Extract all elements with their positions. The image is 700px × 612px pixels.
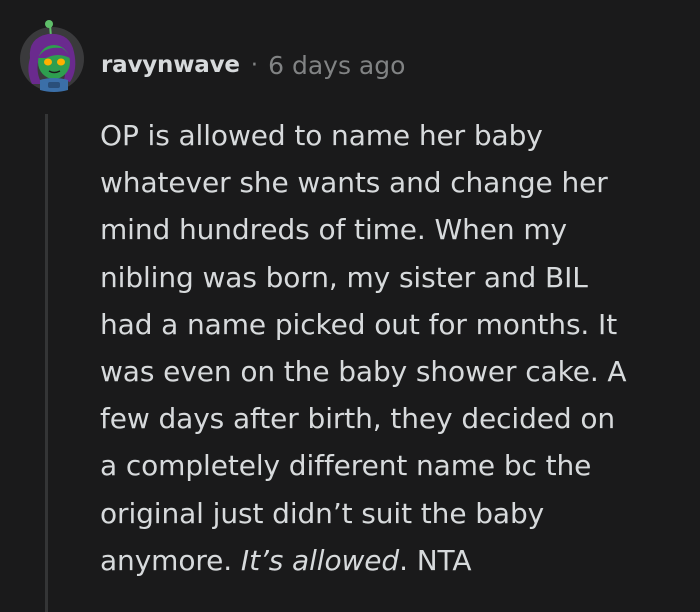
comment-line: OP is allowed to name her baby [100,119,543,152]
comment-body: OP is allowed to name her baby whatever … [100,112,690,584]
comment-line: nibling was born, my sister and BIL [100,260,588,294]
comment: ravynwave · 6 days ago OP is allowed to … [0,0,700,612]
comment-last-line: anymore. It’s allowed. NTA [100,537,690,584]
comment-meta: ravynwave · 6 days ago [101,47,405,83]
snoo-avatar-icon [20,20,84,92]
last-line-start: anymore. [100,543,241,577]
comment-line: whatever she wants and change her [100,166,608,200]
comment-line: a completely different name bc the [100,449,592,483]
comment-line: mind hundreds of time. When my [100,213,567,247]
comment-line: had a name picked out for months. It [100,307,618,341]
meta-separator: · [250,52,259,78]
thread-collapse-line[interactable] [45,114,48,612]
comment-line: original just didn’t suit the baby [100,496,545,530]
last-line-end: . NTA [399,543,472,577]
emphasis-text: It’s allowed [240,543,400,577]
user-avatar[interactable] [18,18,86,108]
comment-line: few days after birth, they decided on [100,402,616,436]
comment-line: was even on the baby shower cake. A [100,355,627,389]
username-link[interactable]: ravynwave [101,52,240,78]
timestamp[interactable]: 6 days ago [268,51,405,80]
